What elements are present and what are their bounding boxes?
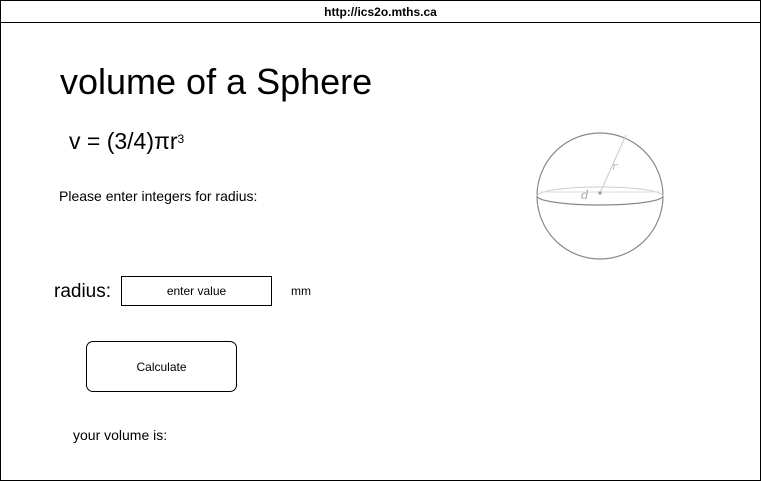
- sphere-center-point: [598, 191, 602, 195]
- result-label: your volume is:: [73, 427, 168, 443]
- url-text: http://ics2o.mths.ca: [324, 4, 437, 19]
- page-title: volume of a Sphere: [60, 61, 373, 102]
- sphere-diagram: r d: [536, 132, 664, 260]
- formula-exponent: 3: [177, 132, 185, 146]
- address-bar[interactable]: http://ics2o.mths.ca: [1, 1, 760, 23]
- instructions-text: Please enter integers for radius:: [59, 188, 258, 204]
- browser-window: http://ics2o.mths.ca volume of a Sphere …: [0, 0, 761, 481]
- radius-label: radius:: [54, 281, 112, 302]
- unit-label: mm: [291, 284, 311, 298]
- radius-letter: r: [612, 160, 618, 173]
- formula-text: v = (3/4)πr: [69, 128, 178, 154]
- volume-formula: v = (3/4)πr3: [69, 127, 184, 155]
- radius-input[interactable]: [121, 276, 272, 306]
- sphere-outline: [536, 132, 664, 260]
- diameter-letter: d: [581, 188, 589, 202]
- calculate-button[interactable]: Calculate: [86, 341, 237, 392]
